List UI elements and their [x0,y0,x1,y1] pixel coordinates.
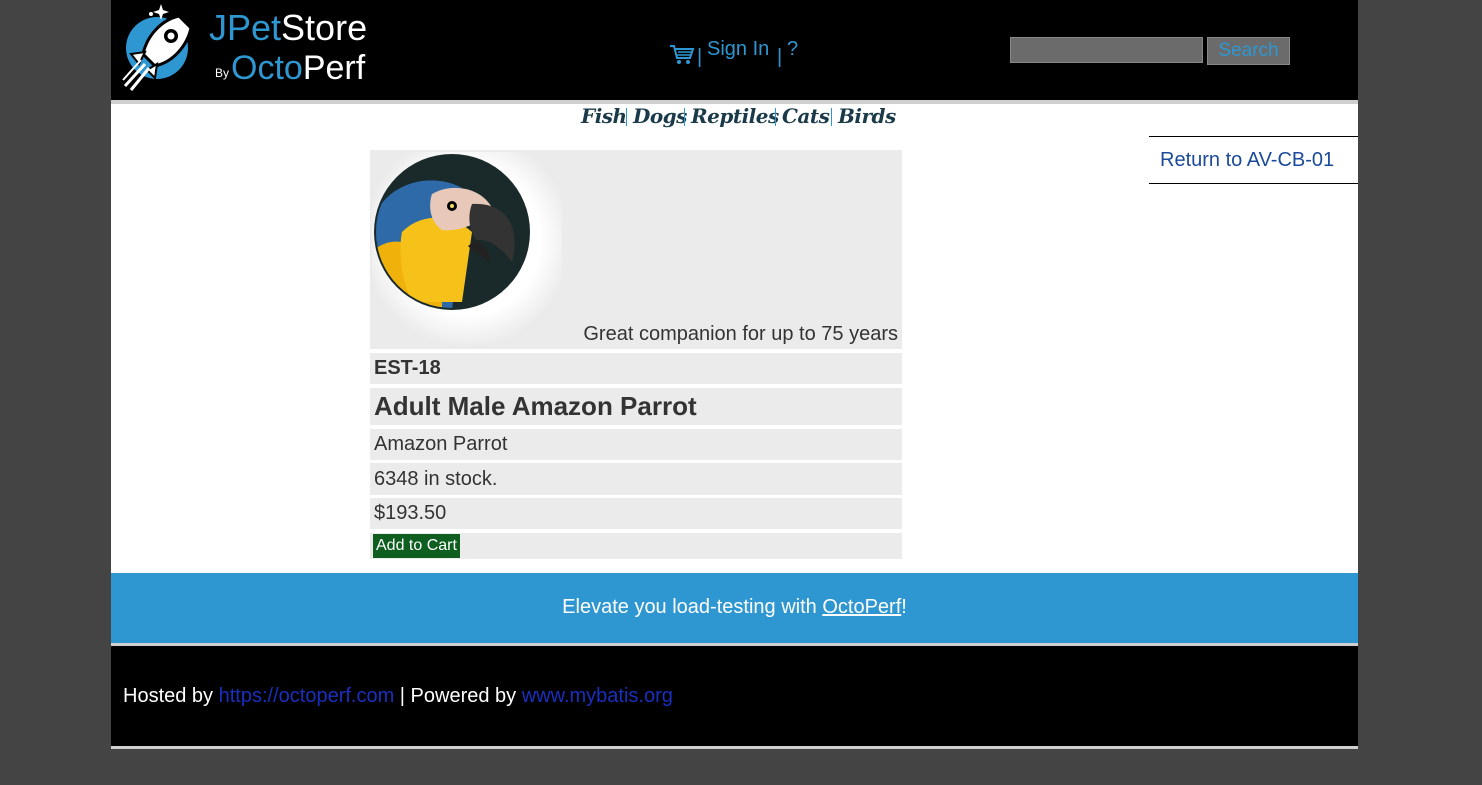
header: JPetStore By OctoPerf | Sign In | ? Sear… [111,0,1358,100]
quicklink-dogs[interactable]: Dogs [633,104,687,128]
add-to-cart-cell: Add to Cart [370,533,902,559]
item-id: EST-18 [370,353,902,384]
footer-text: Hosted by https://octoperf.com | Powered… [123,685,673,707]
search-input[interactable] [1010,37,1203,63]
logo-octoperf-text: OctoPerf [231,49,366,87]
quicklink-fish[interactable]: Fish [581,104,627,128]
search-button[interactable]: Search [1207,37,1290,65]
main-content: Fish Dogs Reptiles Cats Birds Return to … [111,104,1358,573]
help-link[interactable]: ? [787,38,798,61]
quicklink-separator [831,108,832,126]
item-stock: 6348 in stock. [370,463,902,495]
logo-by-text: By [215,66,230,80]
quicklink-separator [775,108,776,126]
quicklink-reptiles[interactable]: Reptiles [691,104,779,128]
mybatis-footer-link[interactable]: www.mybatis.org [522,685,673,707]
quicklink-cats[interactable]: Cats [782,104,830,128]
item-name: Adult Male Amazon Parrot [370,388,902,425]
item-image-cell: Great companion for up to 75 years [370,150,902,349]
promo-banner: Elevate you load-testing with OctoPerf! [111,573,1358,643]
sign-in-link[interactable]: Sign In [707,38,769,61]
backlink-panel: Return to AV-CB-01 [1149,136,1358,184]
quicklink-separator [684,108,685,126]
logo-jpetstore-text: JPetStore [209,7,368,48]
footer-divider [111,746,1358,749]
page-wrapper: JPetStore By OctoPerf | Sign In | ? Sear… [111,0,1358,785]
footer: Hosted by https://octoperf.com | Powered… [111,646,1358,746]
return-to-product-link[interactable]: Return to AV-CB-01 [1160,149,1334,172]
octoperf-promo-link[interactable]: OctoPerf [822,596,901,618]
item-product-name: Amazon Parrot [370,429,902,460]
parrot-image [372,152,562,347]
octoperf-footer-link[interactable]: https://octoperf.com [219,685,395,707]
add-to-cart-button[interactable]: Add to Cart [373,534,460,558]
shopping-cart-icon [670,45,695,64]
quicklink-birds[interactable]: Birds [838,104,896,128]
rocket-logo-icon [122,4,193,91]
quicklink-separator [626,108,627,126]
menu-separator: | [777,46,783,68]
menu-separator: | [697,46,703,68]
jpetstore-logo[interactable]: JPetStore By OctoPerf [121,2,401,94]
item-description: Great companion for up to 75 years [583,323,898,345]
item-price: $193.50 [370,498,902,529]
promo-text: Elevate you load-testing with OctoPerf! [562,596,907,618]
